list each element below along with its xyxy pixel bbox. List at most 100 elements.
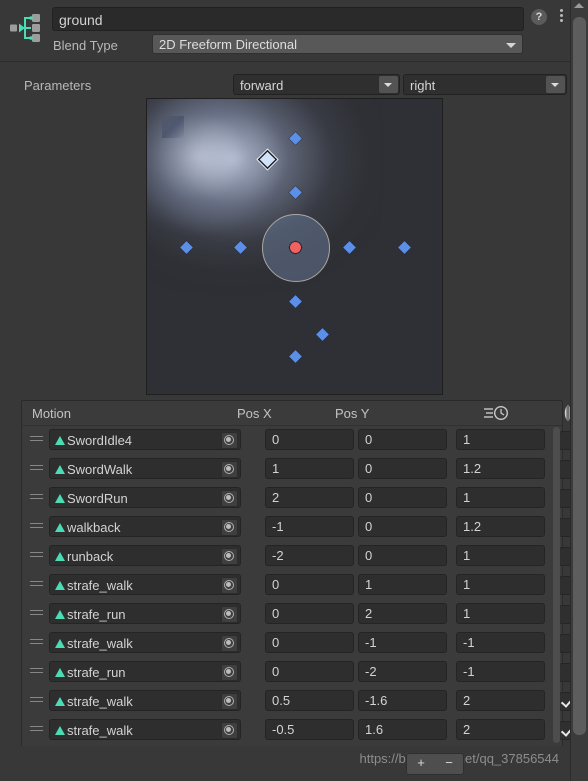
motion-marker[interactable] (288, 349, 302, 363)
kebab-menu-icon[interactable] (555, 9, 567, 25)
pos-y-input[interactable]: 0 (358, 458, 447, 479)
pos-y-input[interactable]: 0 (358, 545, 447, 566)
table-row[interactable]: walkback -1 0 1.2 (22, 512, 578, 541)
pos-x-input[interactable]: 0 (265, 661, 354, 682)
drag-handle-icon[interactable] (30, 552, 43, 559)
table-row[interactable]: strafe_walk -0.5 1.6 2 (22, 715, 578, 744)
help-circle-icon[interactable]: ? (531, 9, 547, 25)
object-picker-icon[interactable] (221, 432, 238, 449)
timescale-input[interactable]: 1 (456, 574, 545, 595)
table-row[interactable]: strafe_run 0 2 1 (22, 599, 578, 628)
table-row[interactable]: strafe_run 0 -2 -1 (22, 657, 578, 686)
scroll-up-arrow-icon[interactable] (574, 3, 584, 8)
scrollbar-thumb[interactable] (573, 17, 586, 735)
drag-handle-icon[interactable] (30, 610, 43, 617)
object-picker-icon[interactable] (221, 722, 238, 739)
pos-x-input[interactable]: 2 (265, 487, 354, 508)
table-row[interactable]: strafe_walk 0 -1 -1 (22, 628, 578, 657)
pos-x-input[interactable]: 0 (265, 429, 354, 450)
motion-field[interactable]: walkback (49, 516, 241, 537)
pos-y-input[interactable]: -2 (358, 661, 447, 682)
blend-position-marker[interactable] (288, 240, 302, 254)
pos-x-input[interactable]: -0.5 (265, 719, 354, 740)
pos-y-input[interactable]: 2 (358, 603, 447, 624)
pos-y-input[interactable]: 0 (358, 516, 447, 537)
blend-type-dropdown[interactable]: 2D Freeform Directional (152, 34, 523, 54)
animation-clip-icon (55, 726, 65, 735)
motion-field[interactable]: strafe_walk (49, 632, 241, 653)
add-motion-button[interactable]: + (407, 754, 435, 772)
pos-x-input[interactable]: -1 (265, 516, 354, 537)
timescale-input[interactable]: -1 (456, 661, 545, 682)
drag-handle-icon[interactable] (30, 523, 43, 530)
pos-x-input[interactable]: 0 (265, 574, 354, 595)
motion-marker[interactable] (315, 327, 329, 341)
pos-y-input[interactable]: -1.6 (358, 690, 447, 711)
motion-field[interactable]: runback (49, 545, 241, 566)
timescale-input[interactable]: 1 (456, 429, 545, 450)
object-picker-icon[interactable] (221, 577, 238, 594)
pos-x-input[interactable]: 1 (265, 458, 354, 479)
table-row[interactable]: runback -2 0 1 (22, 541, 578, 570)
pos-x-input[interactable]: 0.5 (265, 690, 354, 711)
timescale-input[interactable]: -1 (456, 632, 545, 653)
object-picker-icon[interactable] (221, 490, 238, 507)
drag-handle-icon[interactable] (30, 436, 43, 443)
blend-graph[interactable] (146, 98, 443, 395)
pos-y-input[interactable]: 0 (358, 429, 447, 450)
drag-handle-icon[interactable] (30, 639, 43, 646)
pos-x-input[interactable]: 0 (265, 632, 354, 653)
table-row[interactable]: strafe_walk 0.5 -1.6 2 (22, 686, 578, 715)
object-picker-icon[interactable] (221, 519, 238, 536)
motion-field[interactable]: strafe_run (49, 661, 241, 682)
drag-handle-icon[interactable] (30, 465, 43, 472)
timescale-input[interactable]: 1 (456, 545, 545, 566)
timescale-input[interactable]: 1 (456, 487, 545, 508)
blend-tree-name-input[interactable]: ground (52, 7, 524, 31)
parameter-x-dropdown[interactable]: forward (233, 74, 400, 95)
motion-list-scrollbar[interactable] (553, 427, 560, 743)
motion-field[interactable]: strafe_walk (49, 690, 241, 711)
table-row[interactable]: SwordWalk 1 0 1.2 (22, 454, 578, 483)
object-picker-icon[interactable] (221, 664, 238, 681)
drag-handle-icon[interactable] (30, 697, 43, 704)
drag-handle-icon[interactable] (30, 726, 43, 733)
timescale-input[interactable]: 1 (456, 603, 545, 624)
pos-y-input[interactable]: 1 (358, 574, 447, 595)
timescale-input[interactable]: 2 (456, 690, 545, 711)
timescale-input[interactable]: 1.2 (456, 516, 545, 537)
motion-field[interactable]: strafe_walk (49, 574, 241, 595)
table-row[interactable]: SwordIdle4 0 0 1 (22, 425, 578, 454)
motion-name: SwordIdle4 (67, 433, 133, 448)
timescale-input[interactable]: 1.2 (456, 458, 545, 479)
motion-marker[interactable] (288, 295, 302, 308)
motion-field[interactable]: strafe_run (49, 603, 241, 624)
motion-marker[interactable] (397, 240, 411, 254)
inspector-scrollbar[interactable] (570, 0, 588, 781)
column-header-motion: Motion (32, 406, 72, 421)
drag-handle-icon[interactable] (30, 581, 43, 588)
motion-field[interactable]: strafe_walk (49, 719, 241, 740)
object-picker-icon[interactable] (221, 461, 238, 478)
drag-handle-icon[interactable] (30, 494, 43, 501)
timescale-input[interactable]: 2 (456, 719, 545, 740)
pos-y-input[interactable]: 0 (358, 487, 447, 508)
pos-y-input[interactable]: -1 (358, 632, 447, 653)
object-picker-icon[interactable] (221, 635, 238, 652)
add-remove-motion-buttons[interactable]: + − (406, 753, 464, 775)
table-row[interactable]: SwordRun 2 0 1 (22, 483, 578, 512)
parameter-y-dropdown[interactable]: right (403, 74, 567, 95)
motion-field[interactable]: SwordRun (49, 487, 241, 508)
table-row[interactable]: strafe_walk 0 1 1 (22, 570, 578, 599)
drag-handle-icon[interactable] (30, 668, 43, 675)
remove-motion-button[interactable]: − (435, 754, 463, 772)
object-picker-icon[interactable] (221, 548, 238, 565)
pos-x-input[interactable]: 0 (265, 603, 354, 624)
blend-streak (162, 116, 184, 138)
motion-field[interactable]: SwordWalk (49, 458, 241, 479)
motion-field[interactable]: SwordIdle4 (49, 429, 241, 450)
object-picker-icon[interactable] (221, 606, 238, 623)
pos-x-input[interactable]: -2 (265, 545, 354, 566)
object-picker-icon[interactable] (221, 693, 238, 710)
pos-y-input[interactable]: 1.6 (358, 719, 447, 740)
